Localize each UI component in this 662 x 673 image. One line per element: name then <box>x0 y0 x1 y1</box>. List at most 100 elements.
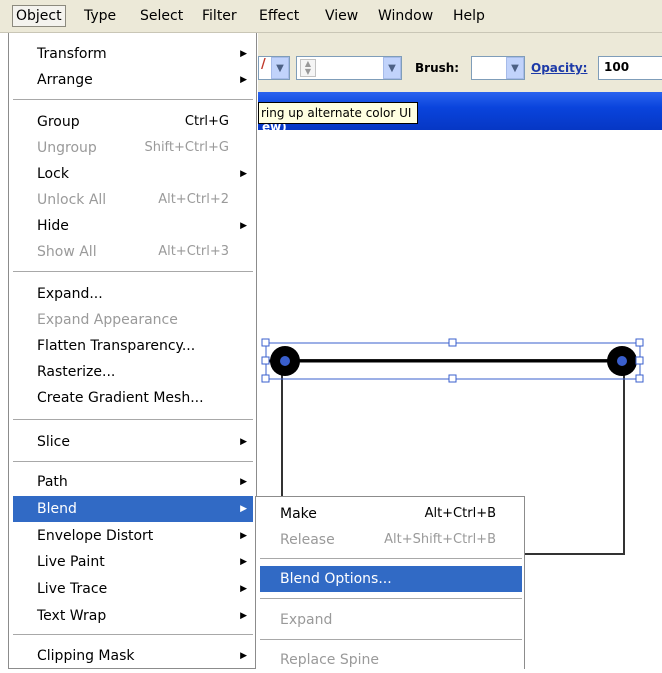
menu-item-shortcut: Alt+Ctrl+B <box>424 506 496 521</box>
anchor-point-end <box>617 356 627 366</box>
menu-item-label: Make <box>280 506 317 522</box>
menu-separator <box>260 558 522 560</box>
dropdown-arrow-icon[interactable]: ▼ <box>506 57 524 79</box>
menu-item-label: Expand... <box>37 286 103 302</box>
menu-item-blend[interactable]: Blend ▶ <box>13 496 253 522</box>
menu-item-clipping-mask[interactable]: Clipping Mask ▶ <box>13 643 253 669</box>
menu-bar: Object Type Select Filter Effect View Wi… <box>0 0 662 33</box>
menu-item-rasterize[interactable]: Rasterize... <box>13 359 253 385</box>
menu-help[interactable]: Help <box>450 6 488 26</box>
menu-item-label: Clipping Mask <box>37 648 135 664</box>
menu-item-label: Hide <box>37 218 69 234</box>
menu-effect[interactable]: Effect <box>256 6 302 26</box>
dropdown-arrow-icon[interactable]: ▼ <box>271 57 289 79</box>
menu-item-label: Blend <box>37 501 77 517</box>
object-menu: Transform ▶ Arrange ▶ Group Ctrl+G Ungroup S… <box>8 33 257 669</box>
menu-separator <box>13 461 253 463</box>
menu-item-envelope-distort[interactable]: Envelope Distort ▶ <box>13 523 253 549</box>
menu-filter[interactable]: Filter <box>199 6 240 26</box>
menu-item-label: Group <box>37 114 80 130</box>
menu-item-label: Lock <box>37 166 69 182</box>
menu-item-label: Flatten Transparency... <box>37 338 196 354</box>
menu-separator <box>13 99 253 101</box>
submenu-item-expand[interactable]: Expand <box>260 607 522 633</box>
menu-item-shortcut: Alt+Shift+Ctrl+B <box>384 532 496 547</box>
menu-item-transform[interactable]: Transform ▶ <box>13 41 253 67</box>
menu-item-flatten-transparency[interactable]: Flatten Transparency... <box>13 333 253 359</box>
submenu-arrow-icon: ▶ <box>240 49 247 59</box>
blend-submenu: Make Alt+Ctrl+B Release Alt+Shift+Ctrl+B B… <box>255 496 525 669</box>
menu-item-shortcut: Alt+Ctrl+3 <box>158 244 229 259</box>
stroke-weight-dropdown[interactable]: ▲ ▼ ▼ <box>296 56 402 80</box>
menu-item-slice[interactable]: Slice ▶ <box>13 429 253 455</box>
stroke-color-dropdown[interactable]: / ▼ <box>258 56 290 80</box>
menu-item-label: Envelope Distort <box>37 528 154 544</box>
menu-item-label: Unlock All <box>37 192 107 208</box>
menu-item-ungroup[interactable]: Ungroup Shift+Ctrl+G <box>13 135 253 161</box>
menu-type[interactable]: Type <box>81 6 119 26</box>
menu-item-hide[interactable]: Hide ▶ <box>13 213 253 239</box>
opacity-link[interactable]: Opacity: <box>531 61 587 75</box>
submenu-arrow-icon: ▶ <box>240 75 247 85</box>
menu-separator <box>260 598 522 600</box>
menu-item-label: Live Trace <box>37 581 108 597</box>
submenu-arrow-icon: ▶ <box>240 504 247 514</box>
submenu-arrow-icon: ▶ <box>240 437 247 447</box>
menu-item-label: Arrange <box>37 72 93 88</box>
anchor-point-start <box>280 356 290 366</box>
submenu-item-replace-spine[interactable]: Replace Spine <box>260 647 522 673</box>
menu-item-text-wrap[interactable]: Text Wrap ▶ <box>13 603 253 629</box>
menu-item-label: Rasterize... <box>37 364 116 380</box>
menu-item-label: Slice <box>37 434 70 450</box>
menu-item-group[interactable]: Group Ctrl+G <box>13 109 253 135</box>
menu-view[interactable]: View <box>322 6 361 26</box>
menu-item-label: Show All <box>37 244 97 260</box>
menu-separator <box>13 634 253 636</box>
opacity-input[interactable]: 100 <box>598 56 662 80</box>
menu-item-label: Path <box>37 474 68 490</box>
submenu-arrow-icon: ▶ <box>240 651 247 661</box>
brush-dropdown[interactable]: ▼ <box>471 56 525 80</box>
menu-object[interactable]: Object <box>12 5 66 27</box>
menu-item-label: Live Paint <box>37 554 105 570</box>
menu-separator <box>13 419 253 421</box>
menu-item-create-gradient-mesh[interactable]: Create Gradient Mesh... <box>13 385 253 411</box>
menu-select[interactable]: Select <box>137 6 186 26</box>
menu-item-shortcut: Ctrl+G <box>184 114 229 129</box>
menu-item-expand-appearance[interactable]: Expand Appearance <box>13 307 253 333</box>
submenu-arrow-icon: ▶ <box>240 584 247 594</box>
submenu-item-blend-options[interactable]: Blend Options... <box>260 566 522 592</box>
menu-item-live-paint[interactable]: Live Paint ▶ <box>13 549 253 575</box>
submenu-arrow-icon: ▶ <box>240 477 247 487</box>
menu-item-shortcut: Shift+Ctrl+G <box>144 140 229 155</box>
menu-item-path[interactable]: Path ▶ <box>13 469 253 495</box>
spinner-icon[interactable]: ▲ ▼ <box>300 59 316 77</box>
submenu-arrow-icon: ▶ <box>240 169 247 179</box>
menu-item-label: Release <box>280 532 335 548</box>
menu-item-label: Ungroup <box>37 140 97 156</box>
menu-item-shortcut: Alt+Ctrl+2 <box>158 192 229 207</box>
submenu-arrow-icon: ▶ <box>240 557 247 567</box>
submenu-item-release[interactable]: Release Alt+Shift+Ctrl+B <box>260 527 522 553</box>
menu-item-label: Blend Options... <box>280 571 392 587</box>
menu-item-label: Create Gradient Mesh... <box>37 390 204 406</box>
menu-item-unlock-all[interactable]: Unlock All Alt+Ctrl+2 <box>13 187 253 213</box>
menu-item-expand[interactable]: Expand... <box>13 281 253 307</box>
menu-item-show-all[interactable]: Show All Alt+Ctrl+3 <box>13 239 253 265</box>
menu-window[interactable]: Window <box>375 6 436 26</box>
submenu-arrow-icon: ▶ <box>240 531 247 541</box>
menu-item-arrange[interactable]: Arrange ▶ <box>13 67 253 93</box>
menu-item-label: Expand <box>280 612 333 628</box>
tooltip: ring up alternate color UI <box>258 102 419 124</box>
menu-separator <box>13 271 253 273</box>
opacity-value: 100 <box>604 60 630 74</box>
menu-item-live-trace[interactable]: Live Trace ▶ <box>13 576 253 602</box>
dropdown-arrow-icon[interactable]: ▼ <box>383 57 401 79</box>
submenu-arrow-icon: ▶ <box>240 611 247 621</box>
menu-item-label: Expand Appearance <box>37 312 178 328</box>
menu-item-lock[interactable]: Lock ▶ <box>13 161 253 187</box>
submenu-arrow-icon: ▶ <box>240 221 247 231</box>
submenu-item-make[interactable]: Make Alt+Ctrl+B <box>260 501 522 527</box>
menu-separator <box>260 639 522 641</box>
menu-item-label: Text Wrap <box>37 608 107 624</box>
